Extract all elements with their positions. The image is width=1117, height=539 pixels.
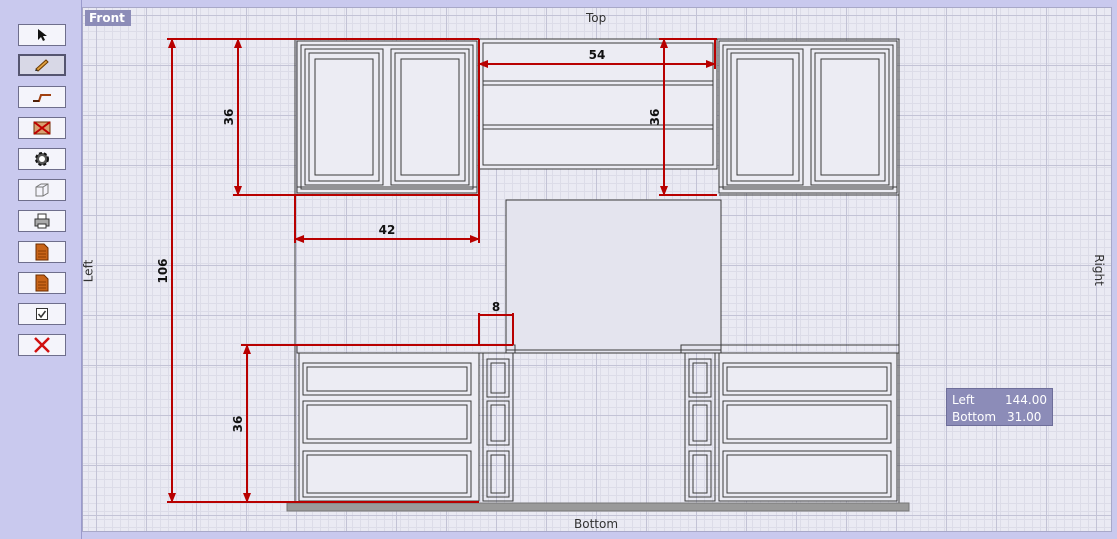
checkbox-icon (35, 307, 49, 321)
select-tool-button[interactable] (18, 24, 66, 46)
close-tool-button[interactable] (18, 334, 66, 356)
left-upper-cabinet (296, 40, 478, 194)
print-tool-button[interactable] (18, 210, 66, 232)
export-tool-button[interactable] (18, 272, 66, 294)
right-base-cabinet (684, 352, 898, 502)
close-icon (32, 336, 52, 354)
hardware-tool-button[interactable] (18, 148, 66, 170)
arrow-cursor-icon (35, 28, 49, 42)
right-upper-cabinet (718, 40, 898, 194)
coordinates-panel: Left 144.00 Bottom 31.00 (946, 388, 1053, 426)
dim-overall-height: 106 (156, 258, 170, 283)
draw-tool-button[interactable] (18, 54, 66, 76)
printer-icon (33, 213, 51, 229)
gear-icon (33, 150, 51, 168)
3d-view-tool-button[interactable] (18, 179, 66, 201)
stairs-icon (31, 90, 53, 104)
delete-cabinet-tool-button[interactable] (18, 117, 66, 139)
document-icon (35, 243, 49, 261)
appliance-panel (505, 199, 722, 354)
dim-base-height: 36 (231, 416, 245, 433)
report-tool-button[interactable] (18, 241, 66, 263)
coord-left-label: Left (952, 392, 975, 407)
cabinet-drawing: 54 42 8 36 36 106 36 (156, 38, 910, 512)
left-base-cabinet (298, 352, 514, 502)
delete-cabinet-icon (32, 120, 52, 136)
coord-left-value: 144.00 (1005, 392, 1047, 407)
coord-bottom-label: Bottom (952, 409, 997, 424)
pencil-icon (33, 58, 51, 72)
dim-gap: 8 (492, 300, 500, 314)
toolbar (0, 0, 82, 539)
checkbox-tool-button[interactable] (18, 303, 66, 325)
floor-base (286, 502, 910, 512)
front-elevation-canvas[interactable]: Front Top Bottom Left Right 54 42 8 36 3… (82, 7, 1112, 532)
dim-left-upper-width: 42 (379, 223, 396, 237)
coord-bottom-value: 31.00 (1007, 409, 1042, 424)
document-icon (35, 274, 49, 292)
dim-upper-height-left: 36 (222, 109, 236, 126)
3d-box-icon (33, 182, 51, 198)
dim-upper-width: 54 (589, 48, 606, 62)
stairs-tool-button[interactable] (18, 86, 66, 108)
dim-upper-height-right: 36 (648, 109, 662, 126)
